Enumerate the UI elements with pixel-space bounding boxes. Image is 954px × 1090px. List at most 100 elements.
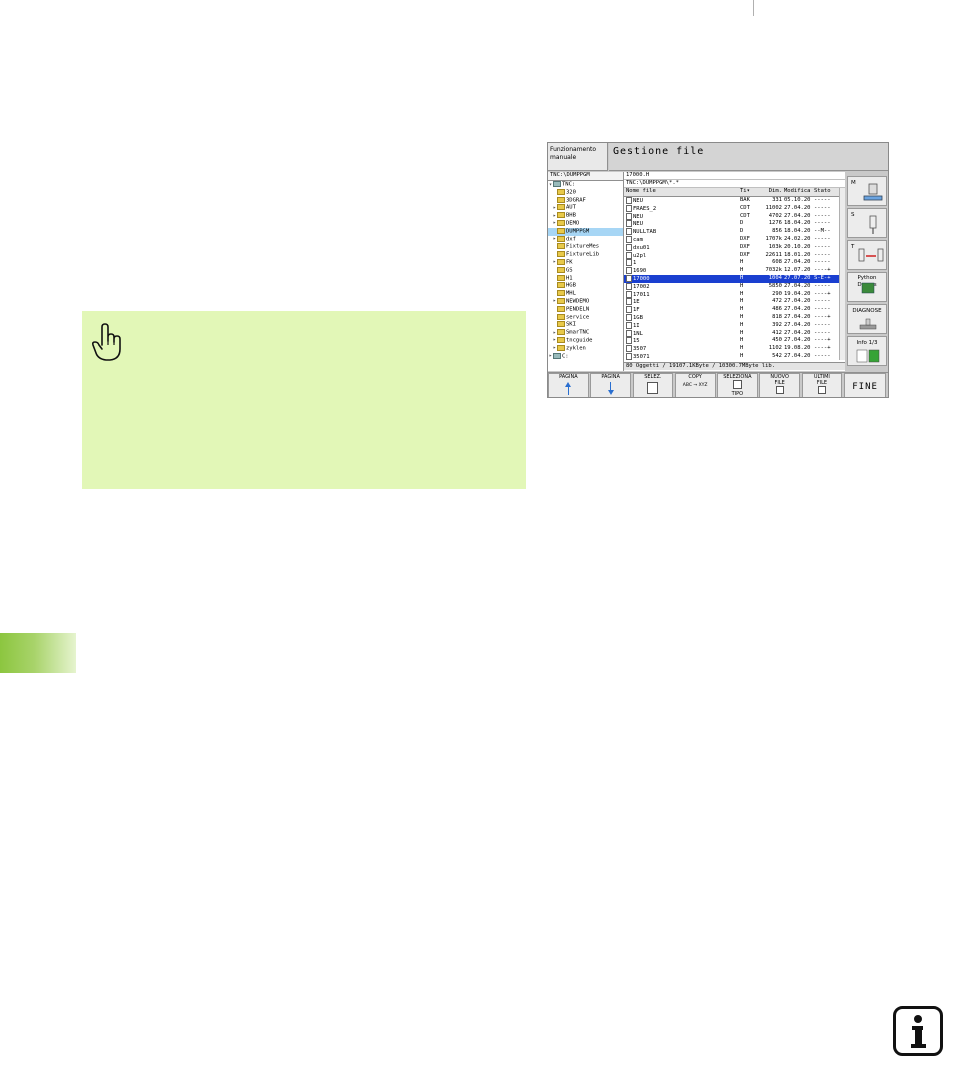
col-header-type[interactable]: Ti▾ <box>740 188 762 196</box>
file-row[interactable]: dxu01 DXF 103k 20.10.20 ----- <box>624 243 845 252</box>
tree-item[interactable]: ▸ zyklen <box>548 344 623 353</box>
softkey-machine[interactable]: M <box>847 176 887 206</box>
file-row[interactable]: u2pl DXF 22611 18.01.20 ----- <box>624 251 845 260</box>
file-icon <box>626 282 632 290</box>
tree-item[interactable]: ▸ NEWDEMO <box>548 297 623 306</box>
tree-item[interactable]: ▸ SmarTNC <box>548 329 623 337</box>
file-row[interactable]: 3507 H 1102 19.08.20 ----+ <box>624 345 845 353</box>
file-modified: 27.04.20 <box>784 212 811 219</box>
tree-item[interactable]: service <box>548 313 623 322</box>
tree-item[interactable]: H1 <box>548 274 623 283</box>
file-row[interactable]: 1GB H 818 27.04.20 ----+ <box>624 313 845 322</box>
file-row[interactable]: 1 H 608 27.04.20 ----- <box>624 259 845 267</box>
tree-item[interactable]: 3DGRAF <box>548 196 623 205</box>
softkey-python-demos[interactable]: Python Demos <box>847 272 887 302</box>
softkey-recent-files[interactable]: ULTIMI FILE <box>801 373 843 397</box>
folder-icon <box>557 212 565 219</box>
tree-item[interactable]: FixtureLib <box>548 251 623 259</box>
arrow-down-shaft <box>609 382 612 390</box>
softkey-diagnose[interactable]: DIAGNOSE <box>847 304 887 334</box>
file-row[interactable]: 17002 H 5850 27.04.20 ----- <box>624 282 845 291</box>
softkey-end[interactable]: FINE <box>843 373 887 397</box>
file-modified: 27.04.20 <box>784 204 811 211</box>
file-row[interactable]: 1F H 486 27.04.20 ----- <box>624 306 845 314</box>
softkey-page-down-label: PAGINA <box>601 374 620 380</box>
file-row[interactable]: 1E H 472 27.04.20 ----- <box>624 298 845 306</box>
screen-title: Gestione file <box>609 143 888 171</box>
tree-item[interactable]: ▾ TNC: <box>548 181 623 189</box>
tree-item[interactable]: MHL <box>548 290 623 298</box>
tool-change-icon <box>858 248 884 262</box>
file-row[interactable]: 15 H 450 27.04.20 ----+ <box>624 337 845 345</box>
file-row[interactable]: 1NL H 412 27.04.20 ----- <box>624 329 845 338</box>
softkey-tool[interactable]: T <box>847 240 887 270</box>
file-row[interactable]: cam DXF 1707k 24.02.20 ----- <box>624 235 845 244</box>
tree-item[interactable]: ▸ tncguide <box>548 336 623 345</box>
file-row[interactable]: 1I H 392 27.04.20 ----- <box>624 321 845 330</box>
file-row[interactable]: NEU D 1276 18.04.20 ----- <box>624 220 845 228</box>
tree-item[interactable]: ▸ AUT <box>548 204 623 212</box>
file-name-text: NEU <box>633 221 643 228</box>
file-size: 290 <box>772 290 782 297</box>
col-header-status[interactable]: Stato <box>814 188 839 196</box>
tree-item[interactable]: PENDELN <box>548 305 623 314</box>
tree-item[interactable]: ▸ FK <box>548 258 623 267</box>
tree-item[interactable]: GS <box>548 266 623 275</box>
tree-item[interactable]: HGB <box>548 282 623 290</box>
file-row[interactable]: NULLTAB D 856 18.04.20 --M-- <box>624 228 845 236</box>
tree-item[interactable]: FixtureMes <box>548 243 623 251</box>
document-icon <box>647 382 659 394</box>
file-size: 472 <box>772 298 782 305</box>
file-modified: 27.04.20 <box>784 306 811 313</box>
tree-item[interactable]: ▸ C: <box>548 352 623 361</box>
file-row[interactable]: 1690 H 7032k 12.07.20 ----+ <box>624 267 845 275</box>
folder-icon <box>557 305 565 312</box>
file-icon <box>626 267 632 275</box>
folder-icon <box>557 258 565 265</box>
file-modified: 27.04.20 <box>784 313 811 320</box>
directory-tree[interactable]: TNC:\DUMPPGM ▾ TNC: 320 3DGRAF ▸ AUT ▸ BHB ▸ DEMO… <box>548 172 624 371</box>
softkey-select-label: SELEZ. <box>644 374 662 380</box>
tree-item[interactable]: DUMPPGM <box>548 227 623 236</box>
softkey-select-type[interactable]: SELEZIONA TIPO <box>717 373 758 397</box>
file-row[interactable]: 17011 H 290 19.04.20 ----+ <box>624 290 845 299</box>
softkey-machine-label: M <box>851 180 856 186</box>
col-header-size[interactable]: Dim. <box>762 188 784 196</box>
tree-item[interactable]: SKI <box>548 321 623 329</box>
file-status: ----- <box>814 251 831 258</box>
file-name-text: 1 <box>633 260 637 267</box>
file-name: cam <box>624 235 740 244</box>
col-header-modified[interactable]: Modifica <box>784 188 814 196</box>
tree-item[interactable]: 320 <box>548 188 623 197</box>
file-row[interactable]: 17000 H 1004 27.07.20 S-E-+ <box>624 274 845 283</box>
file-icon <box>626 235 632 243</box>
file-list-panel[interactable]: 17000.H TNC:\DUMPPGM\*.* Nome file Ti▾ D… <box>624 172 845 371</box>
file-name-text: NEU <box>633 198 643 204</box>
file-status: ----- <box>814 212 831 219</box>
tree-item-label: zyklen <box>566 345 586 352</box>
softkey-info[interactable]: Info 1/3 <box>847 336 887 366</box>
top-divider <box>753 0 754 16</box>
file-icon <box>626 220 632 228</box>
tree-item[interactable]: ▸ DEMO <box>548 219 623 228</box>
file-name: 17002 <box>624 282 740 291</box>
softkey-page-up[interactable]: PAGINA <box>548 373 589 397</box>
file-size: 1102 <box>768 345 782 352</box>
softkey-copy[interactable]: COPY ABC → XYZ <box>674 373 716 397</box>
file-row[interactable]: FRAES_2 CDT 11002 27.04.20 ----- <box>624 204 845 213</box>
col-header-name[interactable]: Nome file <box>624 188 740 196</box>
softkey-select[interactable]: SELEZ. <box>632 373 674 397</box>
softkey-spindle[interactable]: S <box>847 208 887 238</box>
file-type: H <box>740 337 744 344</box>
file-type: H <box>740 259 744 266</box>
file-row[interactable]: 35071 H 542 27.04.20 ----- <box>624 352 845 361</box>
tree-item-label: DUMPPGM <box>566 228 590 235</box>
file-row[interactable]: NEU CDT 4702 27.04.20 ----- <box>624 212 845 221</box>
folder-icon <box>557 219 565 226</box>
file-row[interactable]: NEU BAK 331 05.10.20 ----- <box>624 197 845 205</box>
tree-item[interactable]: ▸ BHB <box>548 212 623 220</box>
softkey-new-file[interactable]: NUOVO FILE <box>759 373 800 397</box>
tree-item[interactable]: ▸ dxf <box>548 235 623 244</box>
softkey-page-down[interactable]: PAGINA <box>590 373 631 397</box>
file-list-scrollbar[interactable] <box>839 188 845 360</box>
